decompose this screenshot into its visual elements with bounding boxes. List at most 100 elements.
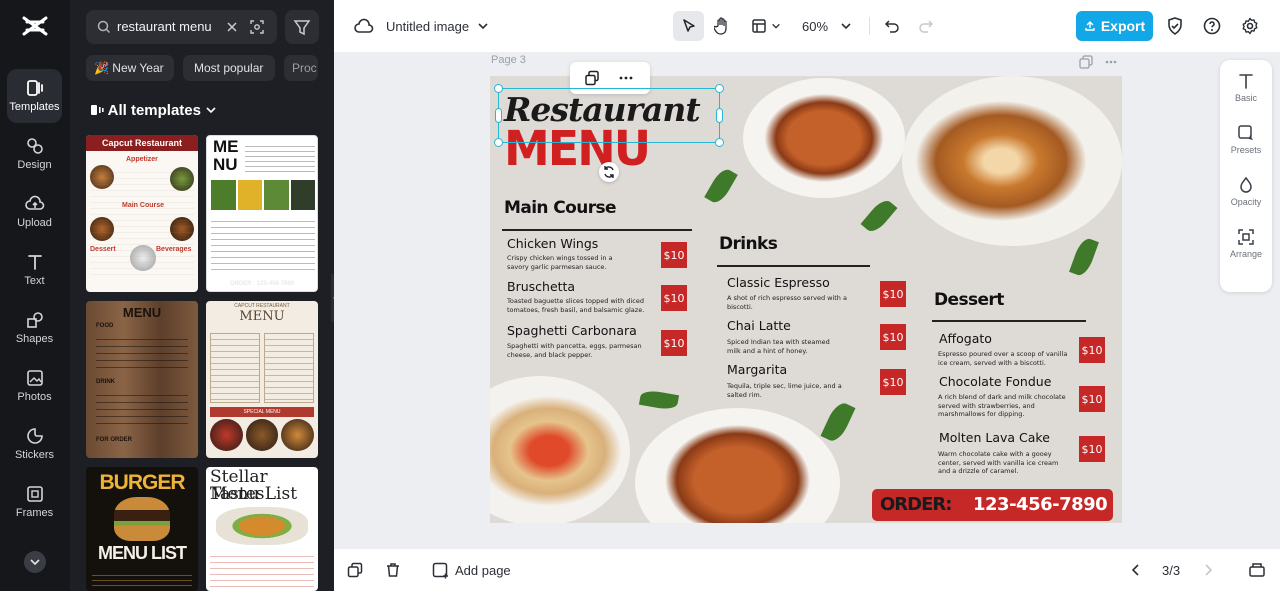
- search-input[interactable]: restaurant menu: [86, 10, 277, 44]
- trash-icon: [387, 563, 399, 577]
- menu-item-name[interactable]: Chocolate Fondue: [939, 374, 1051, 389]
- menu-poster[interactable]: Restaurant MENU Main Course Chicken Wing…: [490, 76, 1122, 523]
- menu-item-name[interactable]: Molten Lava Cake: [939, 430, 1050, 445]
- shield-icon: [1168, 17, 1182, 35]
- menu-item-desc[interactable]: A rich blend of dark and milk chocolate …: [938, 393, 1078, 419]
- spaghetti-photo[interactable]: [902, 76, 1122, 246]
- prev-page-button[interactable]: [1130, 560, 1142, 580]
- chip-proc[interactable]: Proc: [284, 55, 318, 81]
- chicken-wings-photo[interactable]: [743, 78, 905, 198]
- menu-item-price[interactable]: $10: [661, 285, 687, 311]
- menu-item-name[interactable]: Bruschetta: [507, 279, 575, 294]
- resize-handle[interactable]: [715, 138, 724, 147]
- main-course-heading[interactable]: Main Course: [504, 198, 617, 218]
- add-page-button[interactable]: Add page: [432, 560, 511, 580]
- image-search-icon[interactable]: [249, 19, 265, 35]
- rail-design[interactable]: Design: [7, 127, 62, 181]
- menu-item-name[interactable]: Chicken Wings: [507, 236, 598, 251]
- burger-photo: [216, 507, 308, 545]
- duplicate-page-icon[interactable]: [1079, 55, 1093, 69]
- template-thumb-stellar-tastes[interactable]: Stellar Tastes Menu List: [206, 467, 318, 591]
- rail-upload[interactable]: Upload: [7, 185, 62, 239]
- thumb-lines: [92, 571, 192, 587]
- more-page-icon[interactable]: [1104, 55, 1118, 69]
- cloud-sync-button[interactable]: [352, 11, 376, 41]
- chicken-wings-photo-2[interactable]: [635, 408, 840, 523]
- menu-item-desc[interactable]: Spaghetti with pancetta, eggs, parmesan …: [507, 342, 647, 359]
- help-button[interactable]: [1200, 11, 1224, 41]
- resize-handle[interactable]: [494, 84, 503, 93]
- editor-canvas[interactable]: Page 3 Restaurant MENU Main Course Chick…: [334, 52, 1280, 549]
- chip-new-year[interactable]: 🎉 New Year: [86, 55, 174, 81]
- template-thumb-menu-grid[interactable]: ME NU ORDER : 123-456-7890: [206, 135, 318, 292]
- panel-arrange[interactable]: Arrange: [1220, 228, 1272, 259]
- menu-item-name[interactable]: Margarita: [727, 362, 787, 377]
- rail-text[interactable]: Text: [7, 243, 62, 297]
- menu-item-name[interactable]: Chai Latte: [727, 318, 791, 333]
- panel-opacity[interactable]: Opacity: [1220, 176, 1272, 207]
- bruschetta-photo[interactable]: [490, 376, 630, 523]
- rail-photos[interactable]: Photos: [7, 359, 62, 413]
- shield-button[interactable]: [1163, 11, 1187, 41]
- copy-icon[interactable]: [584, 70, 600, 86]
- template-thumb-special-menu[interactable]: CAPCUT RESTAURANT MENU SPECIAL MENU: [206, 301, 318, 458]
- menu-item-price[interactable]: $10: [880, 281, 906, 307]
- zoom-dropdown[interactable]: 60%: [796, 11, 858, 41]
- menu-item-desc[interactable]: Crispy chicken wings tossed in a savory …: [507, 254, 627, 271]
- menu-item-desc[interactable]: Warm chocolate cake with a gooey center,…: [938, 450, 1068, 476]
- resize-handle[interactable]: [715, 84, 724, 93]
- menu-item-price[interactable]: $10: [661, 330, 687, 356]
- section-divider: [932, 320, 1086, 322]
- more-icon[interactable]: [618, 70, 634, 86]
- pages-overview-button[interactable]: [1248, 560, 1266, 580]
- layout-dropdown[interactable]: [746, 11, 786, 41]
- resize-handle[interactable]: [716, 108, 723, 123]
- rail-stickers[interactable]: Stickers: [7, 417, 62, 471]
- clear-icon[interactable]: [224, 19, 240, 35]
- rail-frames[interactable]: Frames: [7, 475, 62, 529]
- menu-item-desc[interactable]: Espresso poured over a scoop of vanilla …: [938, 350, 1078, 367]
- panel-basic[interactable]: Basic: [1220, 72, 1272, 103]
- doc-title-dropdown[interactable]: Untitled image: [386, 11, 504, 41]
- menu-item-name[interactable]: Spaghetti Carbonara: [507, 323, 637, 338]
- menu-item-price[interactable]: $10: [661, 242, 687, 268]
- next-page-button[interactable]: [1202, 560, 1214, 580]
- hand-tool-button[interactable]: [708, 11, 736, 41]
- select-tool-button[interactable]: [673, 11, 704, 41]
- menu-item-price[interactable]: $10: [1079, 386, 1105, 412]
- rail-shapes[interactable]: Shapes: [7, 301, 62, 355]
- menu-item-desc[interactable]: Toasted baguette slices topped with dice…: [507, 297, 657, 314]
- undo-button[interactable]: [880, 11, 904, 41]
- dessert-heading[interactable]: Dessert: [934, 290, 1004, 310]
- capcut-logo[interactable]: [21, 14, 49, 38]
- duplicate-button[interactable]: [347, 560, 363, 580]
- template-thumb-wood-menu[interactable]: MENU FOOD DRINK FOR ORDER: [86, 301, 198, 458]
- menu-item-desc[interactable]: A shot of rich espresso served with a bi…: [727, 294, 852, 311]
- resize-handle[interactable]: [494, 138, 503, 147]
- rail-more-button[interactable]: [24, 551, 46, 573]
- order-banner[interactable]: ORDER: 123-456-7890: [872, 489, 1113, 521]
- export-button[interactable]: Export: [1076, 11, 1153, 41]
- panel-presets[interactable]: Presets: [1220, 124, 1272, 155]
- menu-item-price[interactable]: $10: [1079, 337, 1105, 363]
- resize-handle[interactable]: [495, 108, 502, 123]
- redo-button[interactable]: [914, 11, 938, 41]
- menu-item-price[interactable]: $10: [880, 324, 906, 350]
- menu-item-price[interactable]: $10: [1079, 436, 1105, 462]
- rail-templates[interactable]: Templates: [7, 69, 62, 123]
- chip-most-popular[interactable]: Most popular: [183, 55, 275, 81]
- all-templates-dropdown[interactable]: All templates: [90, 102, 217, 119]
- menu-item-desc[interactable]: Tequila, triple sec, lime juice, and a s…: [727, 382, 852, 399]
- template-thumb-burger-menu[interactable]: BURGER MENU LIST: [86, 467, 198, 591]
- settings-button[interactable]: [1238, 11, 1262, 41]
- menu-item-name[interactable]: Classic Espresso: [727, 275, 830, 290]
- menu-item-desc[interactable]: Spiced Indian tea with steamed milk and …: [727, 338, 845, 355]
- menu-item-name[interactable]: Affogato: [939, 331, 992, 346]
- menu-item-price[interactable]: $10: [880, 369, 906, 395]
- delete-button[interactable]: [385, 560, 401, 580]
- template-thumb-capcut-restaurant[interactable]: Capcut Restaurant Appetizer Main Course …: [86, 135, 198, 292]
- rotate-handle[interactable]: [599, 162, 619, 182]
- thumb-lines: [245, 142, 315, 174]
- filter-button[interactable]: [285, 10, 319, 44]
- drinks-heading[interactable]: Drinks: [719, 234, 778, 254]
